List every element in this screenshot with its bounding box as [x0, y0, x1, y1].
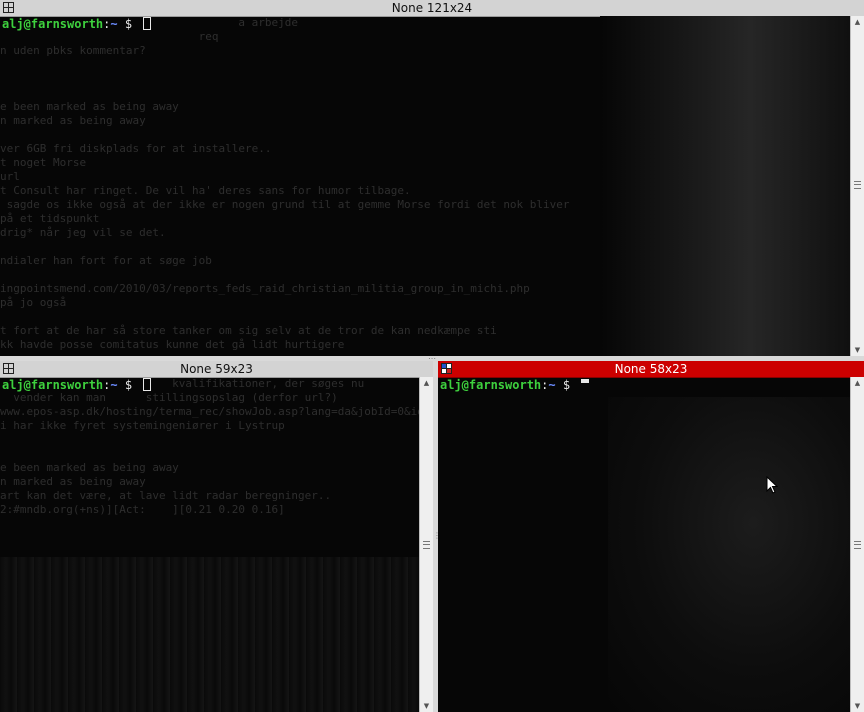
background-wallpaper [0, 557, 419, 712]
text-cursor [143, 378, 152, 391]
scroll-up-arrow-icon[interactable]: ▲ [851, 377, 864, 389]
scrollback-line: ndialer han fort for at søge job [0, 254, 212, 267]
window-menu-icon[interactable] [3, 2, 14, 13]
background-scrollback: a arbejde req n uden pbks kommentar? e b… [0, 16, 570, 352]
scrollback-line: t noget Morse [0, 156, 87, 169]
terminal-pane-bottom-right[interactable]: None 58x23 alj@farnsworth:~ $ ▲ ▼ [438, 361, 864, 712]
scrollback-line: t fort at de har så store tanker om sig … [0, 324, 497, 337]
scrollback-line: i har ikke fyret systemingeniører i Lyst… [0, 419, 285, 432]
scrollback-line: på jo også [0, 296, 67, 309]
shell-prompt[interactable]: alj@farnsworth:~ $ [2, 377, 152, 393]
scrollback-line: n marked as being away [0, 114, 146, 127]
scroll-down-arrow-icon[interactable]: ▼ [420, 700, 433, 712]
background-scrollback: kvalifikationer, der søges nu vender kan… [0, 377, 419, 517]
text-cursor [143, 17, 152, 30]
scrollback-line: art kan det være, at lave lidt radar ber… [0, 489, 332, 502]
pane-title: None 59x23 [180, 362, 253, 376]
terminal-output[interactable]: alj@farnsworth:~ $ [438, 377, 850, 712]
scroll-grip-icon[interactable] [854, 541, 861, 549]
scrollback-line: kk havde posse comitatus kunne det gå li… [0, 338, 345, 351]
scrollback-line: ver 6GB fri diskplads for at installere.… [0, 142, 272, 155]
text-cursor [581, 379, 590, 383]
terminal-output[interactable]: kvalifikationer, der søges nu vender kan… [0, 377, 419, 712]
pane-title: None 121x24 [391, 1, 473, 15]
titlebar-bottom-right[interactable]: None 58x23 [438, 361, 864, 378]
pane-title: None 58x23 [614, 362, 688, 376]
scrollbar-bottom-left[interactable]: ▲ ▼ [419, 377, 433, 712]
scrollback-line: på et tidspunkt [0, 212, 100, 225]
scroll-grip-icon[interactable] [854, 181, 861, 189]
scrollback-line: sagde os ikke også at der ikke er nogen … [6, 198, 570, 211]
titlebar-bottom-left[interactable]: None 59x23 [0, 361, 433, 378]
scrollback-line: n uden pbks kommentar? [0, 44, 146, 57]
scrollbar-bottom-right[interactable]: ▲ ▼ [850, 377, 864, 712]
background-wallpaper [608, 397, 850, 712]
background-wallpaper [600, 16, 850, 356]
scrollback-line: 2:#mndb.org(+ns)][Act: ][0.21 0.20 0.16] [0, 503, 285, 516]
terminal-pane-top[interactable]: None 121x24 a arbejde req n uden pbks ko… [0, 0, 864, 356]
scrollback-line: drig* når jeg vil se det. [0, 226, 166, 239]
terminal-output[interactable]: a arbejde req n uden pbks kommentar? e b… [0, 16, 850, 356]
scrollback-line: e been marked as being away [0, 461, 179, 474]
scrollback-line: n marked as being away [0, 475, 146, 488]
scrollbar-top[interactable]: ▲ ▼ [850, 16, 864, 356]
shell-prompt[interactable]: alj@farnsworth:~ $ [2, 16, 152, 32]
shell-prompt[interactable]: alj@farnsworth:~ $ [440, 377, 590, 393]
scroll-grip-icon[interactable] [423, 541, 430, 549]
scrollback-line: e been marked as being away [0, 100, 179, 113]
scroll-up-arrow-icon[interactable]: ▲ [420, 377, 433, 389]
scrollback-line: www.epos-asp.dk/hosting/terma_rec/showJo… [0, 405, 419, 418]
window-menu-icon[interactable] [3, 363, 14, 374]
titlebar-top[interactable]: None 121x24 [0, 0, 864, 17]
terminal-pane-bottom-left[interactable]: None 59x23 kvalifikationer, der søges nu… [0, 361, 433, 712]
scroll-down-arrow-icon[interactable]: ▼ [851, 344, 864, 356]
scroll-down-arrow-icon[interactable]: ▼ [851, 700, 864, 712]
scroll-up-arrow-icon[interactable]: ▲ [851, 16, 864, 28]
mouse-pointer-icon [766, 476, 778, 494]
scrollback-line: url [0, 170, 20, 183]
scrollback-line: ingpointsmend.com/2010/03/reports_feds_r… [0, 282, 530, 295]
window-menu-icon[interactable] [441, 363, 452, 374]
scrollback-line: t Consult har ringet. De vil ha' deres s… [0, 184, 411, 197]
